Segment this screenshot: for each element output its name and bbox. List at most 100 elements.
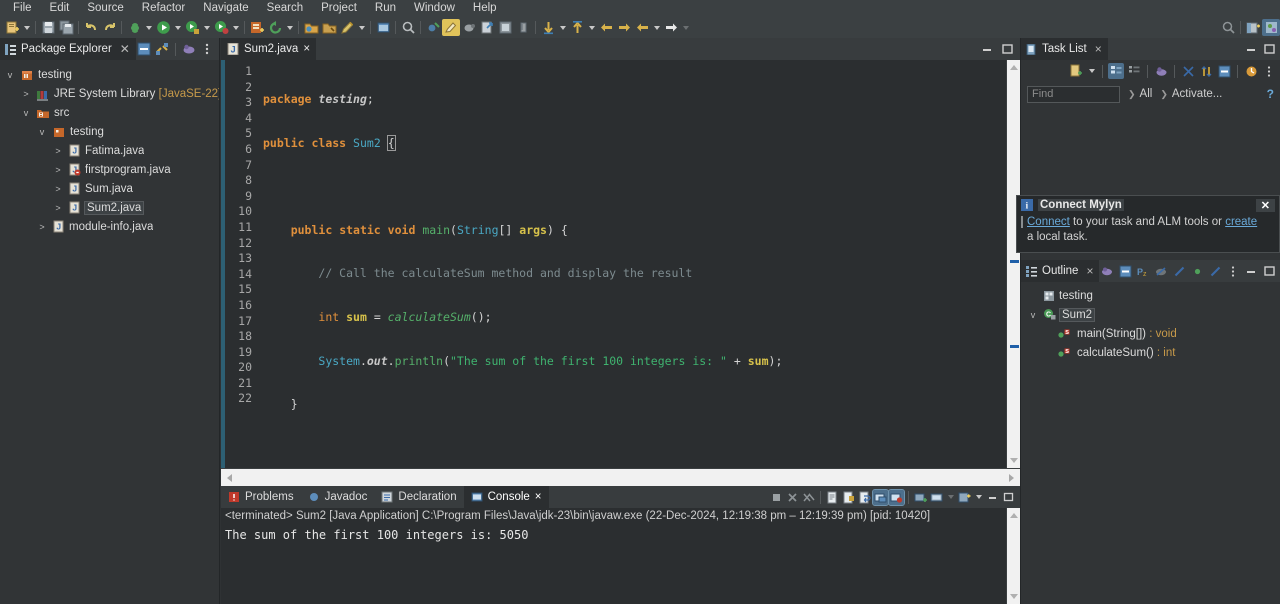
- next-annotation-dropdown-icon[interactable]: [557, 19, 568, 36]
- forward-icon[interactable]: [662, 19, 680, 36]
- console-vertical-scrollbar[interactable]: [1006, 508, 1020, 604]
- open-console-icon[interactable]: [825, 490, 840, 505]
- menu-item-run[interactable]: Run: [366, 1, 405, 16]
- new-console-view-icon[interactable]: [913, 490, 928, 505]
- new-wizard-dropdown-icon[interactable]: [21, 19, 32, 36]
- terminate-icon[interactable]: [769, 490, 784, 505]
- chevron-right-icon[interactable]: >: [52, 146, 64, 156]
- ruler-icon[interactable]: [514, 19, 532, 36]
- filter-all[interactable]: ❯ All: [1128, 88, 1152, 100]
- display-selected-console-icon[interactable]: [873, 490, 888, 505]
- menu-item-window[interactable]: Window: [405, 1, 464, 16]
- refresh-dropdown-icon[interactable]: [284, 19, 295, 36]
- close-icon[interactable]: ×: [535, 491, 542, 503]
- hide-fields-icon[interactable]: [1117, 263, 1133, 279]
- tree-item-file-fatima-java[interactable]: > J Fatima.java: [0, 141, 219, 160]
- redo-icon[interactable]: [100, 19, 118, 36]
- close-icon[interactable]: ×: [303, 43, 310, 55]
- back-dropdown-icon[interactable]: [651, 19, 662, 36]
- toggle-markoccurrences-icon[interactable]: [442, 19, 460, 36]
- editor-vertical-scrollbar[interactable]: [1006, 60, 1020, 468]
- chevron-right-icon[interactable]: >: [52, 203, 64, 213]
- link-icon[interactable]: [478, 19, 496, 36]
- find-input[interactable]: Find: [1027, 86, 1120, 103]
- hide-static-icon[interactable]: Pz: [1135, 263, 1151, 279]
- chevron-right-icon[interactable]: >: [36, 222, 48, 232]
- menu-item-refactor[interactable]: Refactor: [133, 1, 194, 16]
- menu-item-edit[interactable]: Edit: [41, 1, 79, 16]
- hide-local-types-icon[interactable]: [1171, 263, 1187, 279]
- next-annotation-icon[interactable]: [539, 19, 557, 36]
- help-icon[interactable]: ?: [1267, 87, 1274, 101]
- search-icon[interactable]: [399, 19, 417, 36]
- collapse-all-icon[interactable]: [136, 41, 152, 57]
- menu-item-file[interactable]: File: [4, 1, 41, 16]
- edit-dropdown-icon[interactable]: [356, 19, 367, 36]
- maximize-icon[interactable]: [1001, 490, 1016, 505]
- tab-problems[interactable]: Problems: [221, 486, 301, 508]
- undo-icon[interactable]: [82, 19, 100, 36]
- minimize-icon[interactable]: [979, 41, 995, 57]
- mylyn-create-link[interactable]: create: [1225, 216, 1257, 228]
- menu-item-project[interactable]: Project: [312, 1, 366, 16]
- previous-annotation-dropdown-icon[interactable]: [586, 19, 597, 36]
- quick-access-search-icon[interactable]: [1219, 19, 1237, 36]
- menu-item-navigate[interactable]: Navigate: [194, 1, 257, 16]
- new-wizard-icon[interactable]: [3, 19, 21, 36]
- chevron-right-icon[interactable]: >: [20, 89, 32, 99]
- run-external-icon[interactable]: [212, 19, 230, 36]
- occurrence-marker[interactable]: [1010, 260, 1019, 263]
- close-icon[interactable]: ✕: [120, 42, 130, 56]
- code-editor[interactable]: 1 2 3 4 5 6 7 8 9 10 11 12 13 14 15 16 1: [221, 60, 1020, 468]
- previous-annotation-icon[interactable]: [568, 19, 586, 36]
- skip-breakpoints-icon[interactable]: [424, 19, 442, 36]
- scroll-left-icon[interactable]: [227, 474, 232, 482]
- view-menu-icon[interactable]: [1225, 263, 1241, 279]
- tab-task-list[interactable]: Task List ×: [1021, 38, 1108, 60]
- pin-console-icon[interactable]: [889, 490, 904, 505]
- minimize-icon[interactable]: [1243, 41, 1259, 57]
- display-console-icon[interactable]: [929, 490, 944, 505]
- chevron-down-icon[interactable]: v: [36, 127, 48, 137]
- debug-icon[interactable]: [125, 19, 143, 36]
- tree-item-package-testing[interactable]: v testing: [0, 122, 219, 141]
- minimize-icon[interactable]: [985, 490, 1000, 505]
- tab-package-explorer[interactable]: Package Explorer ✕: [0, 38, 136, 60]
- chevron-right-icon[interactable]: >: [52, 165, 64, 175]
- source-code-text[interactable]: package testing; public class Sum2 { pub…: [255, 60, 1020, 468]
- scroll-right-icon[interactable]: [1009, 474, 1014, 482]
- open-task-icon[interactable]: [320, 19, 338, 36]
- tab-outline[interactable]: Outline ×: [1021, 260, 1099, 282]
- run-dropdown-icon[interactable]: [172, 19, 183, 36]
- scroll-up-icon[interactable]: [1010, 513, 1018, 518]
- chevron-right-icon[interactable]: >: [52, 184, 64, 194]
- tree-item-src[interactable]: v src: [0, 103, 219, 122]
- filter-completed-icon[interactable]: [1180, 63, 1196, 79]
- open-window-icon[interactable]: [374, 19, 392, 36]
- forward-dropdown-icon[interactable]: [680, 19, 691, 36]
- remove-all-launches-icon[interactable]: [801, 490, 816, 505]
- scroll-up-icon[interactable]: [1010, 65, 1018, 70]
- restore-icon[interactable]: [1243, 63, 1259, 79]
- maximize-icon[interactable]: [1261, 41, 1277, 57]
- open-perspective-icon[interactable]: [1244, 19, 1262, 36]
- perspective-java-icon[interactable]: [1262, 19, 1280, 36]
- open-type-icon[interactable]: [302, 19, 320, 36]
- run-external-dropdown-icon[interactable]: [230, 19, 241, 36]
- close-icon[interactable]: ×: [1086, 264, 1093, 278]
- focus-icon[interactable]: [181, 41, 197, 57]
- tree-item-file-firstprogram-java[interactable]: > J firstprogram.java: [0, 160, 219, 179]
- close-icon[interactable]: ✕: [1256, 199, 1275, 212]
- tree-item-file-sum2-java[interactable]: > J Sum2.java: [0, 198, 219, 217]
- link-icon[interactable]: [1207, 263, 1223, 279]
- run-coverage-dropdown-icon[interactable]: [201, 19, 212, 36]
- maximize-icon[interactable]: [1261, 263, 1277, 279]
- save-icon[interactable]: [39, 19, 57, 36]
- new-java-project-icon[interactable]: [248, 19, 266, 36]
- remove-launch-icon[interactable]: [785, 490, 800, 505]
- view-menu-icon[interactable]: [1261, 63, 1277, 79]
- tree-item-file-module-info-java[interactable]: > J module-info.java: [0, 217, 219, 236]
- view-menu-icon[interactable]: [199, 41, 215, 57]
- mylyn-connect-link[interactable]: Connect: [1027, 216, 1070, 228]
- chevron-down-icon[interactable]: v: [20, 108, 32, 118]
